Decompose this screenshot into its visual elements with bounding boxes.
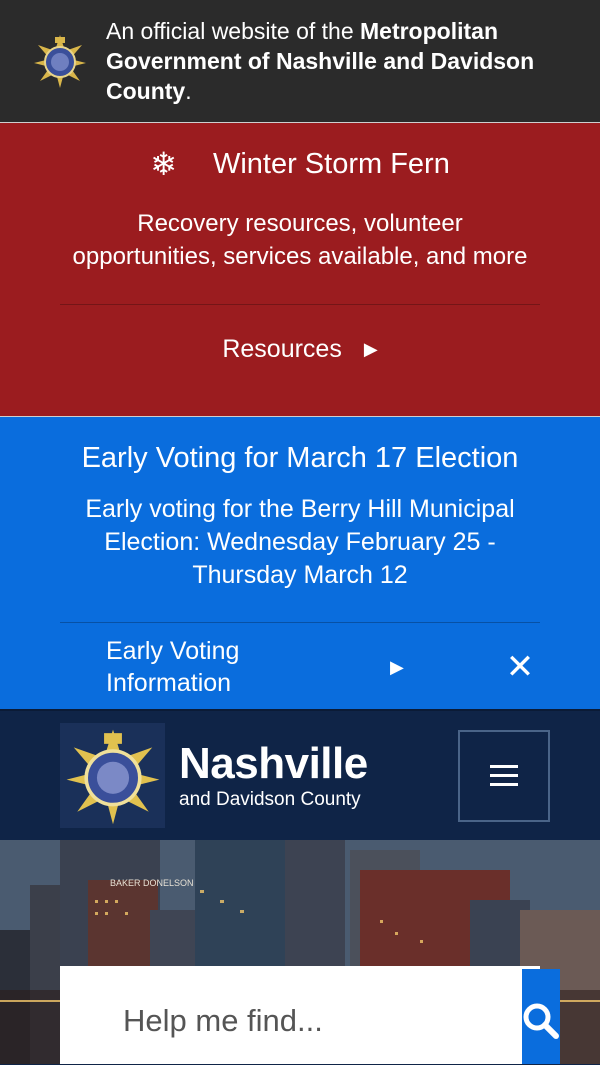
brand-subtitle: and Davidson County xyxy=(179,788,361,810)
play-arrow-icon: ▶ xyxy=(390,657,404,677)
alert-winter-storm: ❄ Winter Storm Fern Recovery resources, … xyxy=(0,123,600,417)
alert-storm-title: Winter Storm Fern xyxy=(212,147,450,180)
hero-skyline: BAKER DONELSON xyxy=(0,840,600,1064)
brand-name[interactable]: Nashville and Davidson County xyxy=(179,738,458,811)
search-input[interactable] xyxy=(63,969,522,1064)
metro-seal-icon xyxy=(34,35,86,88)
site-header: Nashville and Davidson County xyxy=(0,709,600,840)
alert-early-voting: Early Voting for March 17 Election Early… xyxy=(0,417,600,709)
alert-voting-title: Early Voting for March 17 Election xyxy=(81,442,519,474)
brand-title: Nashville xyxy=(179,738,368,788)
search-bar xyxy=(60,966,560,1064)
building-sign: BAKER DONELSON xyxy=(110,878,194,888)
close-icon[interactable]: ✕ xyxy=(500,647,540,687)
official-website-banner: An official website of the Metropolitan … xyxy=(0,0,600,123)
alert-voting-description: Early voting for the Berry Hill Municipa… xyxy=(85,495,515,589)
official-banner-text: An official website of the Metropolitan … xyxy=(106,18,535,104)
search-button[interactable] xyxy=(522,969,560,1064)
alert-storm-description: Recovery resources, volunteer opportunit… xyxy=(72,210,528,270)
resources-link[interactable]: Resources ▶ xyxy=(0,305,600,393)
snowflake-icon: ❄ xyxy=(150,146,177,182)
metro-seal-icon xyxy=(66,729,159,824)
early-voting-info-link[interactable]: Early Voting Information ▶ xyxy=(106,635,460,699)
site-logo[interactable] xyxy=(60,723,165,828)
play-arrow-icon: ▶ xyxy=(363,338,378,359)
resources-link-label: Resources xyxy=(222,334,342,363)
early-voting-link-label: Early Voting Information xyxy=(106,637,240,697)
search-icon xyxy=(523,1003,559,1039)
hamburger-menu-icon[interactable] xyxy=(458,729,550,822)
